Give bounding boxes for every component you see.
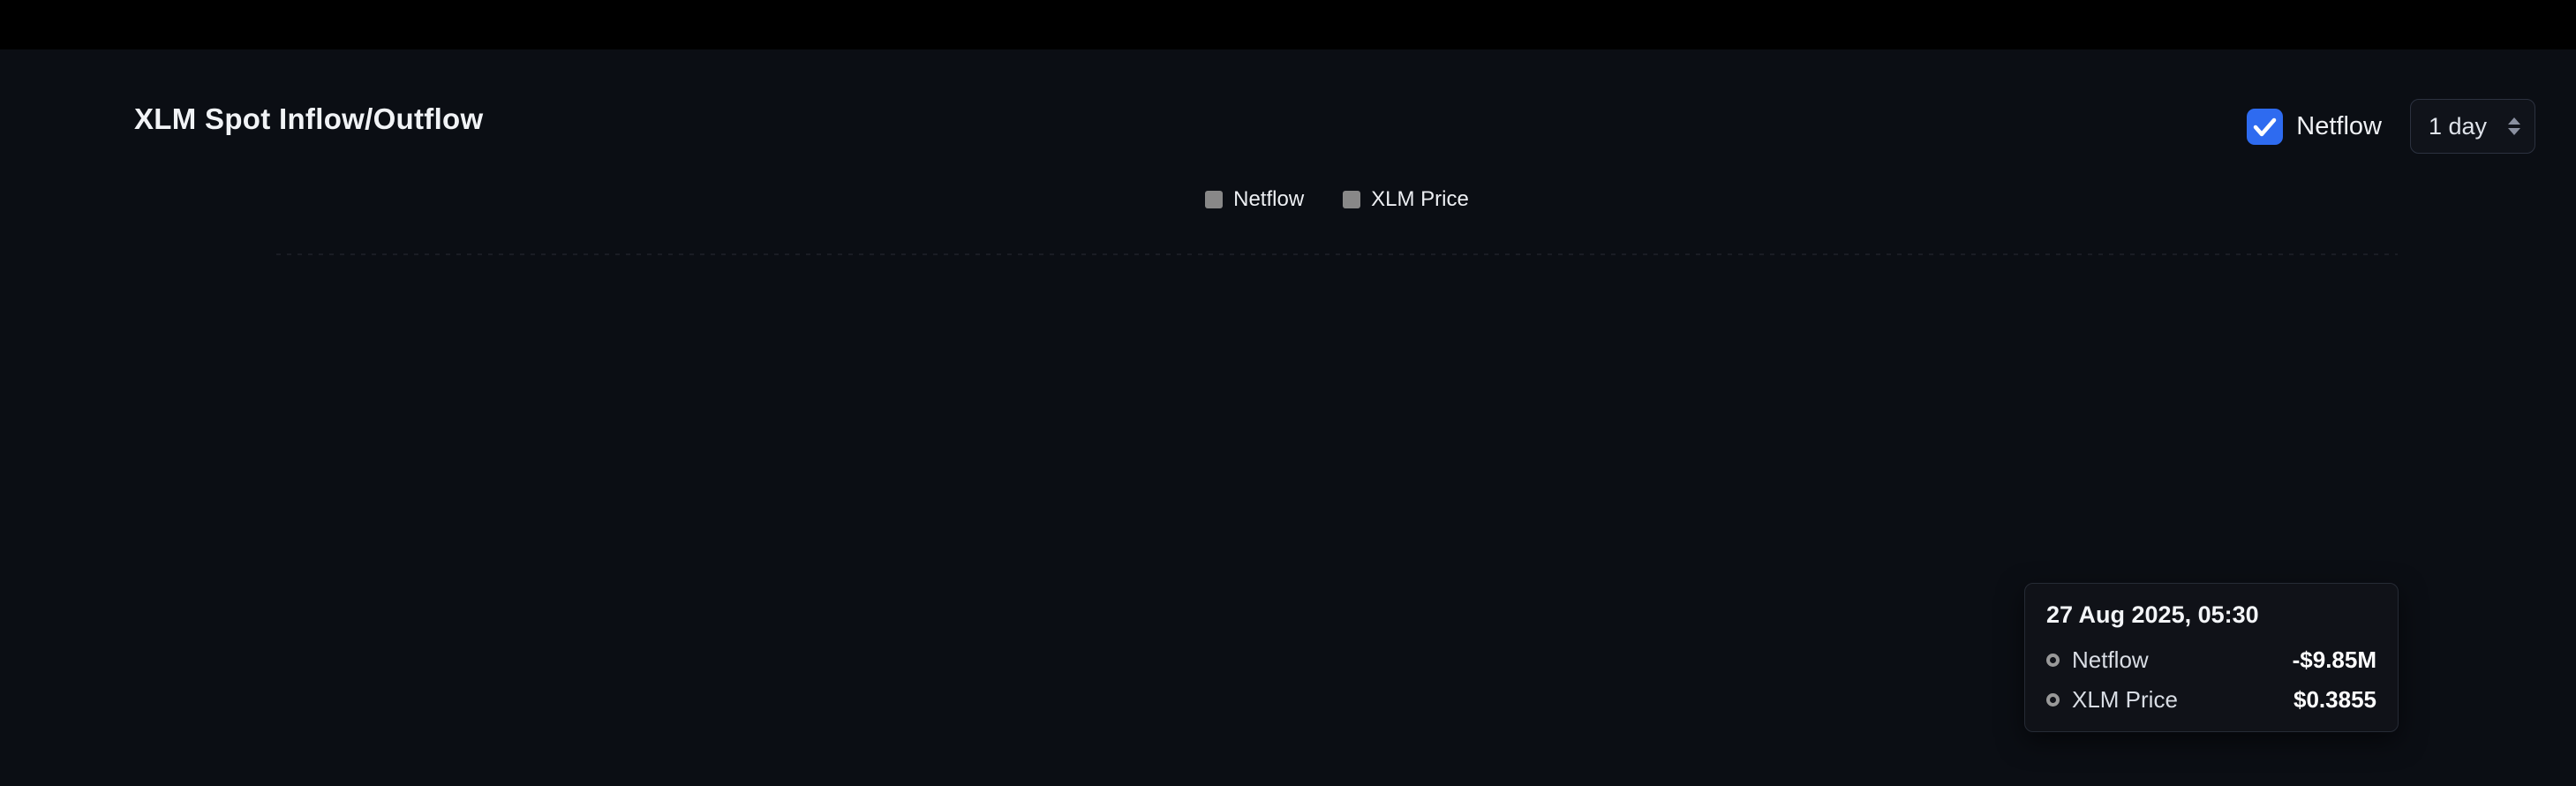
netflow-checkbox-label: Netflow [2296,112,2382,141]
tooltip-value-xlm-price: $0.3855 [2294,686,2376,714]
interval-select[interactable]: 1 day [2410,99,2535,154]
netflow-checkbox[interactable] [2247,109,2283,145]
checkmark-icon [2247,109,2283,145]
netflow-swatch-icon [1205,191,1223,208]
xlm-price-swatch-icon [1343,191,1360,208]
netflow-toggle[interactable]: Netflow [2247,109,2382,145]
xlm-price-dot-icon [2046,693,2060,707]
legend-label-xlm-price: XLM Price [1371,187,1469,212]
tooltip-row-netflow: Netflow -$9.85M [2046,646,2376,674]
legend-item-netflow[interactable]: Netflow [1205,187,1304,212]
tooltip-row-xlm-price: XLM Price $0.3855 [2046,686,2376,714]
legend-item-xlm-price[interactable]: XLM Price [1343,187,1469,212]
app-root: XLM Spot Inflow/Outflow Netflow 1 day Ne… [0,0,2576,786]
chevron-up-down-icon [2508,117,2520,135]
legend-label-netflow: Netflow [1233,187,1304,212]
chart-tooltip: 27 Aug 2025, 05:30 Netflow -$9.85M XLM P… [2024,583,2399,732]
netflow-dot-icon [2046,654,2060,667]
tooltip-label-netflow: Netflow [2072,646,2149,674]
tooltip-date: 27 Aug 2025, 05:30 [2046,601,2376,629]
header-controls: Netflow 1 day [2247,99,2535,154]
tooltip-label-xlm-price: XLM Price [2072,686,2178,714]
page-title: XLM Spot Inflow/Outflow [134,102,484,136]
chart-legend: Netflow XLM Price [276,187,2398,212]
interval-select-value: 1 day [2429,113,2487,140]
tooltip-value-netflow: -$9.85M [2293,646,2376,674]
